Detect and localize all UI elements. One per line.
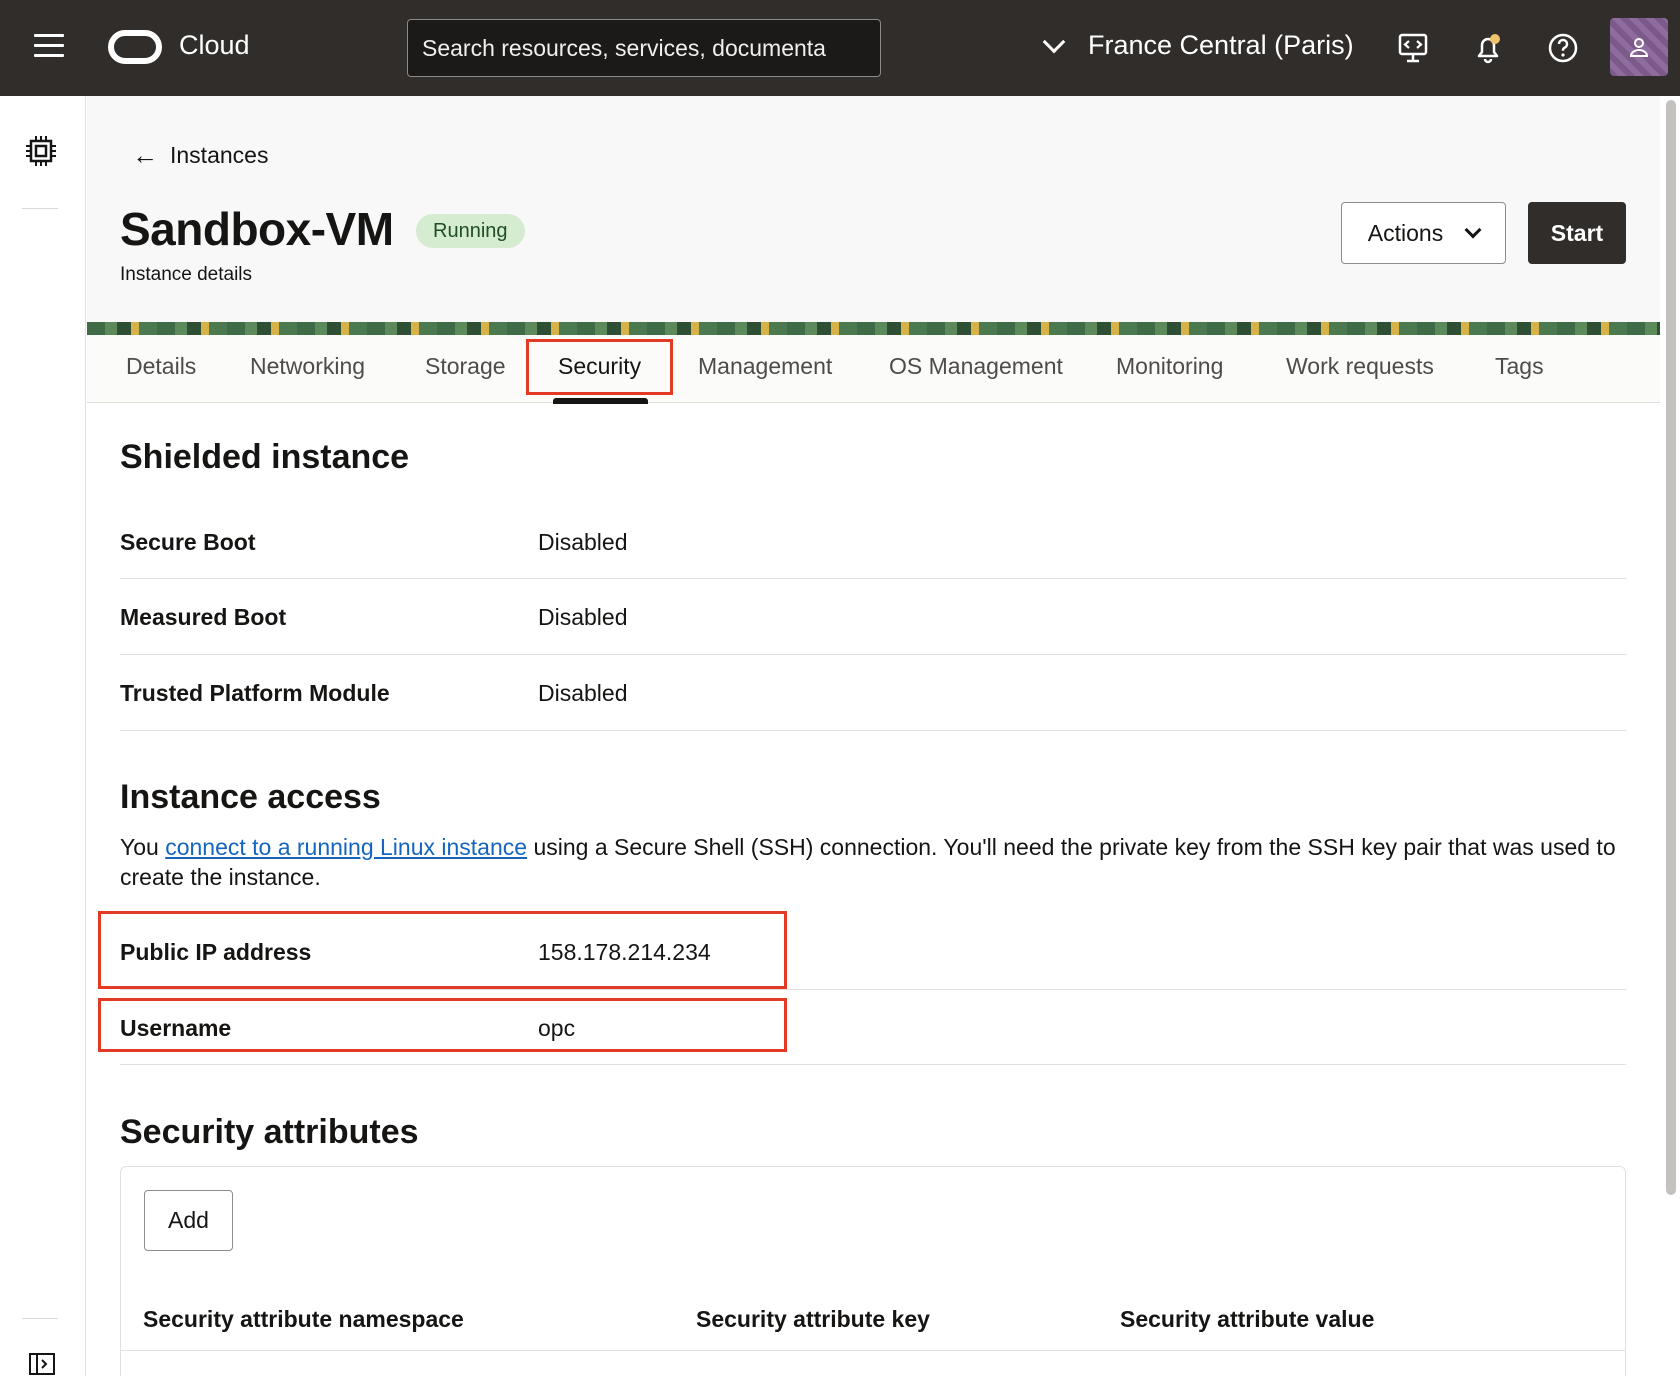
tab-bar: Details Networking Storage Security Mana… [87,335,1660,403]
tab-os-management[interactable]: OS Management [889,353,1063,380]
menu-icon[interactable] [34,34,64,60]
decorative-banner [87,322,1660,335]
divider [120,578,1626,579]
page-subtitle: Instance details [120,264,253,285]
tab-security[interactable]: Security [558,353,641,380]
column-header-value: Security attribute value [1120,1306,1375,1332]
column-header-namespace: Security attribute namespace [143,1306,464,1332]
vertical-scrollbar[interactable] [1666,100,1676,1195]
connect-linux-instance-link[interactable]: connect to a running Linux instance [165,834,527,860]
secure-boot-label: Secure Boot [120,529,256,555]
chevron-down-icon [1464,221,1482,238]
active-tab-indicator [553,398,648,404]
description-text-start: You [120,834,166,860]
security-attributes-table [120,1166,1626,1376]
divider [120,1064,1626,1065]
instance-access-heading: Instance access [120,778,381,816]
tab-tags[interactable]: Tags [1495,353,1544,380]
tpm-label: Trusted Platform Module [120,680,390,706]
divider [120,654,1626,655]
tab-monitoring[interactable]: Monitoring [1116,353,1223,380]
start-button[interactable]: Start [1528,202,1626,264]
measured-boot-label: Measured Boot [120,604,287,630]
developer-tools-icon[interactable] [1395,30,1431,66]
notifications-bell-icon[interactable] [1470,30,1506,66]
status-badge: Running [416,214,525,248]
add-button[interactable]: Add [144,1190,233,1251]
region-label: France Central (Paris) [1088,30,1354,60]
left-rail [0,96,86,1376]
divider [120,989,1626,990]
compute-chip-icon[interactable] [24,134,58,168]
tab-details[interactable]: Details [126,353,196,380]
back-label: Instances [170,142,269,168]
divider [22,1318,58,1319]
top-header: Cloud France Central (Paris) [0,0,1680,96]
page-title: Sandbox-VM [120,203,394,255]
user-avatar[interactable] [1610,18,1668,76]
tab-networking[interactable]: Networking [250,353,365,380]
search-input[interactable] [407,19,881,77]
back-to-instances-link[interactable]: ← Instances [132,140,268,171]
shielded-instance-heading: Shielded instance [120,438,410,476]
oracle-logo-icon[interactable] [108,30,162,64]
tab-work-requests[interactable]: Work requests [1286,353,1434,380]
search-field[interactable] [422,35,866,62]
divider [121,1350,1625,1351]
divider [120,730,1626,731]
tpm-value: Disabled [538,680,628,706]
tab-management[interactable]: Management [698,353,832,380]
user-icon [1629,38,1649,57]
secure-boot-value: Disabled [538,529,628,555]
instance-access-description: You connect to a running Linux instance … [120,832,1630,892]
column-header-key: Security attribute key [696,1306,930,1332]
actions-label: Actions [1367,219,1444,246]
expand-panel-icon[interactable] [28,1352,56,1376]
measured-boot-value: Disabled [538,604,628,630]
divider [22,208,58,209]
username-label: Username [120,1015,232,1041]
username-value: opc [538,1015,576,1041]
region-selector[interactable]: France Central (Paris) [1042,30,1354,61]
arrow-left-icon: ← [132,140,158,170]
actions-button[interactable]: Actions [1341,202,1506,264]
public-ip-label: Public IP address [120,939,312,965]
help-icon[interactable] [1545,30,1581,66]
security-attributes-heading: Security attributes [120,1113,419,1151]
tab-storage[interactable]: Storage [425,353,506,380]
chevron-down-icon [1042,30,1066,53]
public-ip-value: 158.178.214.234 [538,939,711,965]
brand-name[interactable]: Cloud [179,30,250,61]
